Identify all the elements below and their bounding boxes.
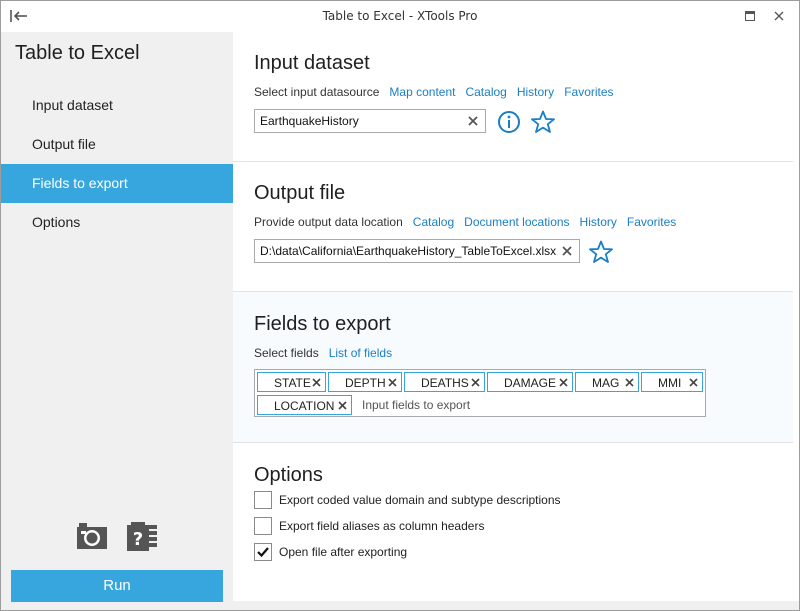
sidebar-item-output-file[interactable]: Output file	[1, 125, 233, 164]
fields-tag-input[interactable]: STATE DEPTH DEATHS DAMAGE MAG MMI LOCATI…	[254, 369, 706, 417]
fields-to-export-title: Fields to export	[254, 313, 391, 335]
info-icon[interactable]	[496, 109, 522, 135]
clear-x-icon[interactable]	[560, 244, 574, 258]
maximize-icon[interactable]	[739, 5, 761, 27]
history-link[interactable]: History	[580, 215, 617, 229]
input-dataset-section: Input dataset Select input datasource Map…	[233, 32, 793, 162]
remove-tag-icon[interactable]	[624, 377, 635, 388]
sidebar-item-input-dataset[interactable]: Input dataset	[1, 86, 233, 125]
star-icon[interactable]	[530, 109, 556, 135]
remove-tag-icon[interactable]	[470, 377, 481, 388]
close-icon[interactable]	[768, 5, 790, 27]
favorites-link[interactable]: Favorites	[627, 215, 676, 229]
svg-text:?: ?	[133, 529, 143, 550]
output-location-label: Provide output data location	[254, 215, 403, 229]
remove-tag-icon[interactable]	[688, 377, 699, 388]
sidebar-heading: Table to Excel	[15, 42, 140, 64]
input-dataset-value: EarthquakeHistory	[260, 114, 359, 128]
sidebar: Table to Excel Input dataset Output file…	[1, 32, 233, 610]
field-tag[interactable]: DEPTH	[328, 372, 402, 392]
output-location-row: Provide output data location Catalog Docum…	[254, 215, 686, 229]
options-section: Options Export coded value domain and su…	[254, 464, 561, 561]
camera-icon[interactable]	[75, 519, 109, 553]
remove-tag-icon[interactable]	[558, 377, 569, 388]
field-tag[interactable]: DAMAGE	[487, 372, 573, 392]
options-title: Options	[254, 464, 323, 486]
main-panel: Input dataset Select input datasource Map…	[233, 32, 799, 601]
remove-tag-icon[interactable]	[311, 377, 322, 388]
checkbox[interactable]	[254, 517, 272, 535]
title-bar: Table to Excel - XTools Pro	[1, 1, 799, 32]
field-tag[interactable]: DEATHS	[404, 372, 485, 392]
output-file-title: Output file	[254, 182, 346, 204]
input-dataset-field[interactable]: EarthquakeHistory	[254, 109, 486, 133]
favorites-link[interactable]: Favorites	[564, 85, 613, 99]
app-window: Table to Excel - XTools Pro Table to Exc…	[0, 0, 800, 611]
map-content-link[interactable]: Map content	[389, 85, 455, 99]
field-tag[interactable]: MMI	[641, 372, 703, 392]
window-title: Table to Excel - XTools Pro	[322, 9, 478, 23]
checkbox[interactable]	[254, 491, 272, 509]
output-file-field[interactable]: D:\data\California\EarthquakeHistory_Tab…	[254, 239, 580, 263]
checkmark-icon	[257, 547, 269, 558]
sidebar-nav: Input dataset Output file Fields to expo…	[1, 86, 233, 242]
sidebar-item-fields-to-export[interactable]: Fields to export	[1, 164, 233, 203]
input-datasource-label: Select input datasource	[254, 85, 380, 99]
catalog-link[interactable]: Catalog	[465, 85, 506, 99]
select-fields-label: Select fields	[254, 346, 319, 360]
input-datasource-row: Select input datasource Map content Catalo…	[254, 85, 624, 99]
field-tag[interactable]: MAG	[575, 372, 639, 392]
remove-tag-icon[interactable]	[387, 377, 398, 388]
input-dataset-title: Input dataset	[254, 52, 370, 74]
checkbox-checked[interactable]	[254, 543, 272, 561]
sidebar-tools: ?	[75, 519, 165, 555]
sidebar-item-options[interactable]: Options	[1, 203, 233, 242]
remove-tag-icon[interactable]	[337, 400, 348, 411]
output-file-section: Output file Provide output data location…	[233, 162, 793, 292]
history-link[interactable]: History	[517, 85, 554, 99]
field-tag[interactable]: LOCATION	[257, 395, 352, 415]
fields-input-placeholder[interactable]: Input fields to export	[362, 398, 470, 412]
output-file-value: D:\data\California\EarthquakeHistory_Tab…	[260, 244, 557, 258]
run-button[interactable]: Run	[11, 570, 223, 602]
field-tag[interactable]: STATE	[257, 372, 326, 392]
list-of-fields-link[interactable]: List of fields	[329, 346, 392, 360]
document-locations-link[interactable]: Document locations	[464, 215, 569, 229]
help-clipboard-icon[interactable]: ?	[125, 519, 159, 553]
catalog-link[interactable]: Catalog	[413, 215, 454, 229]
fields-to-export-section: Fields to export Select fields List of fi…	[233, 292, 793, 443]
select-fields-row: Select fields List of fields	[254, 346, 402, 360]
star-icon[interactable]	[588, 239, 614, 265]
clear-x-icon[interactable]	[466, 114, 480, 128]
